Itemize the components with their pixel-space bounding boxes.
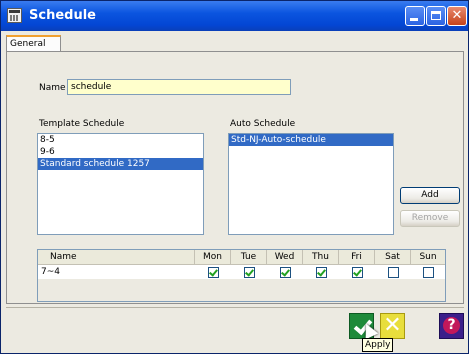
close-icon: ✕ xyxy=(451,8,463,23)
column-header-fri[interactable]: Fri xyxy=(339,250,375,264)
column-header-wed[interactable]: Wed xyxy=(267,250,303,264)
x-icon: ✕ xyxy=(383,313,402,338)
close-button[interactable]: ✕ xyxy=(447,6,467,26)
column-header-mon[interactable]: Mon xyxy=(195,250,231,264)
auto-schedule-label: Auto Schedule xyxy=(230,119,296,129)
list-item[interactable]: Standard schedule 1257 xyxy=(38,158,203,170)
thu-checkbox[interactable] xyxy=(316,267,327,278)
maximize-button[interactable] xyxy=(426,6,446,26)
minimize-button[interactable] xyxy=(405,6,425,26)
sat-checkbox[interactable] xyxy=(388,267,399,278)
table-header: Name Mon Tue Wed Thu Fri Sat Sun xyxy=(38,250,445,265)
list-item[interactable]: 8-5 xyxy=(38,134,203,146)
column-header-thu[interactable]: Thu xyxy=(303,250,339,264)
tue-checkbox[interactable] xyxy=(244,267,255,278)
name-field[interactable]: schedule xyxy=(67,79,291,95)
tab-general[interactable]: General xyxy=(6,35,61,52)
sun-checkbox[interactable] xyxy=(423,267,434,278)
list-item[interactable]: Std-NJ-Auto-schedule xyxy=(229,134,393,146)
column-header-name[interactable]: Name xyxy=(38,250,195,264)
title-bar[interactable]: Schedule ✕ xyxy=(1,1,468,31)
schedule-window: Schedule ✕ General Name schedule Templat… xyxy=(0,0,469,354)
schedule-table: Name Mon Tue Wed Thu Fri Sat Sun 7~4 xyxy=(37,249,446,302)
column-header-sun[interactable]: Sun xyxy=(411,250,445,264)
remove-button[interactable]: Remove xyxy=(400,210,460,227)
template-schedule-label: Template Schedule xyxy=(39,119,125,129)
window-title: Schedule xyxy=(29,8,96,23)
column-header-tue[interactable]: Tue xyxy=(231,250,267,264)
help-button[interactable]: ? xyxy=(439,313,464,339)
column-header-sat[interactable]: Sat xyxy=(375,250,411,264)
mon-checkbox[interactable] xyxy=(208,267,219,278)
add-button[interactable]: Add xyxy=(400,187,460,204)
name-label: Name xyxy=(39,83,66,93)
table-row[interactable]: 7~4 xyxy=(38,265,445,279)
wed-checkbox[interactable] xyxy=(280,267,291,278)
fri-checkbox[interactable] xyxy=(352,267,363,278)
apply-tooltip: Apply xyxy=(362,338,394,352)
calendar-icon xyxy=(7,8,22,23)
auto-schedule-list[interactable]: Std-NJ-Auto-schedule xyxy=(228,133,394,235)
question-icon: ? xyxy=(443,317,460,334)
row-name-cell[interactable]: 7~4 xyxy=(41,265,191,279)
footer-divider xyxy=(6,307,464,308)
template-schedule-list[interactable]: 8-5 9-6 Standard schedule 1257 xyxy=(37,133,204,235)
cancel-button[interactable]: ✕ xyxy=(380,313,405,339)
list-item[interactable]: 9-6 xyxy=(38,146,203,158)
